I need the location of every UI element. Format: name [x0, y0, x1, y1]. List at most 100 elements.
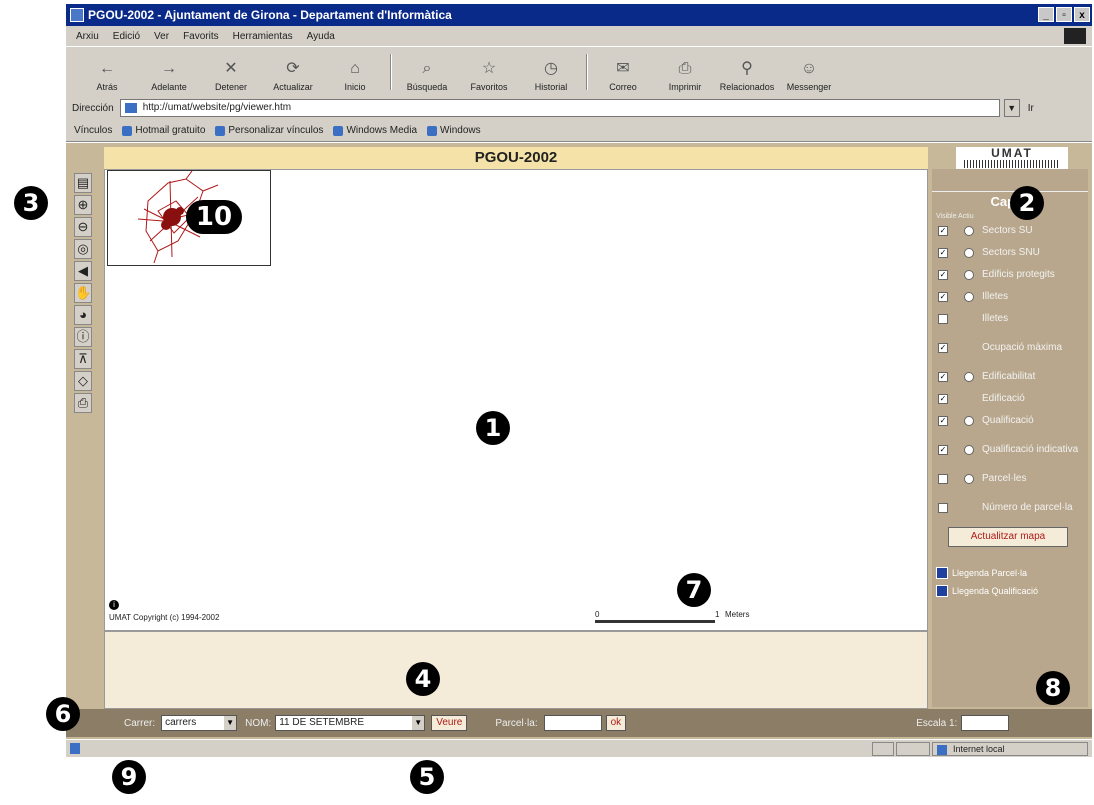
callout-8: 8	[1036, 671, 1070, 705]
zoom-out-icon[interactable]: ⊖	[74, 217, 92, 237]
layer-visible-checkbox[interactable]	[938, 474, 948, 484]
layer-visible-checkbox[interactable]: ✓	[938, 343, 948, 353]
menu-file[interactable]: Arxiu	[76, 31, 99, 42]
menu-edit[interactable]: Edició	[113, 31, 140, 42]
maximize-button[interactable]: ▫	[1056, 7, 1072, 22]
menu-help[interactable]: Ayuda	[307, 31, 335, 42]
layer-row: ✓ Edificis protegits	[932, 264, 1088, 286]
status-cell	[896, 742, 930, 756]
toolbar-separator	[586, 54, 588, 90]
print-map-icon[interactable]: ⎙	[74, 393, 92, 413]
forward-button[interactable]: → Adelante	[138, 50, 200, 96]
url-input[interactable]: http://umat/website/pg/viewer.htm	[119, 99, 1000, 117]
address-dropdown-icon[interactable]: ▼	[1003, 99, 1020, 117]
print-button[interactable]: ⎙ Imprimir	[654, 50, 716, 96]
layer-visible-checkbox[interactable]: ✓	[938, 292, 948, 302]
history-button[interactable]: ◷ Historial	[520, 50, 582, 96]
legend-parcel-link[interactable]: Llegenda Parcel·la	[936, 567, 1027, 579]
favorites-button[interactable]: ☆ Favoritos	[458, 50, 520, 96]
layer-active-radio[interactable]	[964, 292, 974, 302]
link-customize[interactable]: Personalizar vínculos	[215, 125, 323, 136]
history-icon: ◷	[544, 60, 558, 77]
update-map-button[interactable]: Actualitzar mapa	[948, 527, 1068, 547]
windows-logo-icon	[1064, 28, 1086, 44]
toolbar-separator	[390, 54, 392, 90]
search-button[interactable]: ⌕ Búsqueda	[396, 50, 458, 96]
menu-view[interactable]: Ver	[154, 31, 169, 42]
layers-toggle-icon[interactable]: ▤	[74, 173, 92, 193]
layer-visible-checkbox[interactable]: ✓	[938, 416, 948, 426]
mail-icon: ✉	[616, 60, 630, 77]
link-windows[interactable]: Windows	[427, 125, 481, 136]
link-hotmail[interactable]: Hotmail gratuito	[122, 125, 205, 136]
mail-button[interactable]: ✉ Correo	[592, 50, 654, 96]
menu-tools[interactable]: Herramientas	[233, 31, 293, 42]
layer-visible-checkbox[interactable]: ✓	[938, 248, 948, 258]
minimize-button[interactable]: _	[1038, 7, 1054, 22]
close-button[interactable]: x	[1074, 7, 1090, 22]
street-type-select[interactable]: carrers	[161, 715, 238, 731]
zoom-in-icon[interactable]: ⊕	[74, 195, 92, 215]
layer-visible-checkbox[interactable]: ✓	[938, 226, 948, 236]
address-bar: Dirección http://umat/website/pg/viewer.…	[66, 96, 1092, 120]
map-view[interactable]: i UMAT Copyright (c) 1994-2002 0 1 Meter…	[104, 169, 928, 631]
street-name-select[interactable]: 11 DE SETEMBRE	[275, 715, 426, 731]
layer-visible-checkbox[interactable]: ✓	[938, 445, 948, 455]
map-toolbar: ▤ ⊕ ⊖ ◎ ◀ ✋ ◕ ⓘ ⊼ ◇ ⎙	[74, 173, 94, 413]
measure-icon[interactable]: ⊼	[74, 349, 92, 369]
legend-qualification-link[interactable]: Llegenda Qualificació	[936, 585, 1038, 597]
layer-visible-checkbox[interactable]: ✓	[938, 372, 948, 382]
go-button[interactable]: Ir	[1028, 103, 1034, 114]
scale-start: 0	[595, 610, 600, 619]
window-controls: _ ▫ x	[1038, 7, 1090, 22]
globe-icon[interactable]: ◕	[74, 305, 92, 325]
callout-3: 3	[14, 186, 48, 220]
zoom-extent-icon[interactable]: ◎	[74, 239, 92, 259]
street-search-bar: Carrer: carrers NOM: 11 DE SETEMBRE Veur…	[66, 709, 1092, 737]
back-button[interactable]: ← Atrás	[76, 50, 138, 96]
home-button[interactable]: ⌂ Inicio	[324, 50, 386, 96]
annotated-screenshot: PGOU-2002 - Ajuntament de Girona - Depar…	[0, 0, 1094, 805]
layer-visible-checkbox[interactable]: ✓	[938, 270, 948, 280]
callout-4: 4	[406, 662, 440, 696]
info-icon[interactable]: i	[109, 600, 119, 610]
menu-favorites[interactable]: Favorits	[183, 31, 219, 42]
layer-active-radio[interactable]	[964, 416, 974, 426]
layer-active-radio[interactable]	[964, 474, 974, 484]
refresh-button[interactable]: ⟳ Actualizar	[262, 50, 324, 96]
identify-icon[interactable]: ⓘ	[74, 327, 92, 347]
layer-visible-checkbox[interactable]	[938, 503, 948, 513]
layer-active-radio[interactable]	[964, 445, 974, 455]
scale-end: 1	[715, 610, 720, 619]
browser-toolbar: ← Atrás → Adelante ✕ Detener ⟳ Actualizar ⌂ I…	[66, 46, 1092, 96]
stop-button[interactable]: ✕ Detener	[200, 50, 262, 96]
layer-active-radio[interactable]	[964, 270, 974, 280]
view-street-button[interactable]: Veure	[431, 715, 468, 731]
layer-active-radio[interactable]	[964, 226, 974, 236]
layer-active-radio[interactable]	[964, 372, 974, 382]
layer-row: ✓ Sectors SNU	[932, 242, 1088, 264]
previous-view-icon[interactable]: ◀	[74, 261, 92, 281]
scale-input[interactable]	[961, 715, 1010, 731]
layer-label: Illetes	[982, 291, 1009, 302]
parcel-label: Parcel·la:	[495, 717, 538, 729]
map-copyright: i UMAT Copyright (c) 1994-2002	[109, 600, 220, 622]
parcel-ok-button[interactable]: ok	[605, 715, 627, 731]
parcel-input[interactable]	[543, 715, 602, 731]
scale-label: Escala 1:	[916, 717, 958, 729]
links-label: Vínculos	[74, 125, 113, 136]
layer-visible-checkbox[interactable]: ✓	[938, 394, 948, 404]
layer-label: Sectors SNU	[982, 247, 1040, 258]
layer-label: Edificis protegits	[982, 269, 1055, 280]
layer-row: Illetes	[932, 308, 1088, 330]
eraser-icon[interactable]: ◇	[74, 371, 92, 391]
related-button[interactable]: ⚲ Relacionados	[716, 50, 778, 96]
pan-hand-icon[interactable]: ✋	[74, 283, 92, 303]
messenger-button[interactable]: ☺ Messenger	[778, 50, 840, 96]
layer-active-radio[interactable]	[964, 248, 974, 258]
layer-row: ✓ Sectors SU	[932, 220, 1088, 242]
layer-visible-checkbox[interactable]	[938, 314, 948, 324]
link-windows-media[interactable]: Windows Media	[333, 125, 417, 136]
layer-label: Ocupació màxima	[982, 342, 1063, 353]
layer-row: ✓ Edificació	[932, 388, 1088, 410]
